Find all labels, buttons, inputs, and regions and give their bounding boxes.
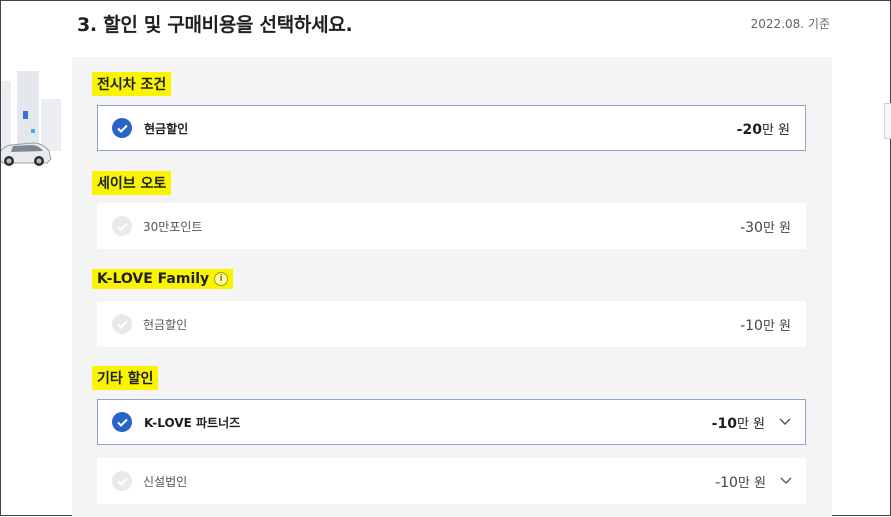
chevron-down-icon[interactable] bbox=[779, 418, 791, 426]
option-amount: -20만 원 bbox=[736, 121, 790, 138]
group-label-exhibition: 전시차 조건 bbox=[92, 72, 172, 96]
option-exhibition-cash[interactable]: 현금할인 -20만 원 bbox=[97, 105, 806, 151]
option-amount: -10만 원 bbox=[711, 415, 765, 432]
info-icon[interactable]: i bbox=[214, 272, 229, 286]
car-illustration bbox=[1, 71, 63, 201]
date-note: 2022.08. 기준 bbox=[750, 17, 830, 31]
checkmark-icon bbox=[112, 118, 132, 138]
option-label: K-LOVE 파트너즈 bbox=[144, 415, 241, 430]
chevron-down-icon[interactable] bbox=[780, 477, 792, 485]
option-klove-partners[interactable]: K-LOVE 파트너즈 -10만 원 bbox=[97, 399, 806, 445]
car-icon bbox=[1, 142, 52, 166]
checkmark-icon bbox=[112, 314, 132, 334]
option-amount: -30만 원 bbox=[740, 219, 791, 236]
option-label: 현금할인 bbox=[144, 121, 189, 136]
option-amount: -10만 원 bbox=[715, 474, 766, 491]
option-klove-family-cash[interactable]: 현금할인 -10만 원 bbox=[97, 301, 806, 347]
checkmark-icon bbox=[112, 216, 132, 236]
group-label-klove-family: K-LOVE Family i bbox=[92, 269, 234, 289]
group-label-other-discount: 기타 할인 bbox=[92, 366, 159, 390]
option-new-corporation[interactable]: 신설법인 -10만 원 bbox=[97, 458, 806, 504]
option-label: 신설법인 bbox=[143, 474, 188, 489]
section-title: 3. 할인 및 구매비용을 선택하세요. bbox=[77, 14, 353, 36]
option-save-auto-points[interactable]: 30만포인트 -30만 원 bbox=[97, 203, 806, 249]
option-label: 현금할인 bbox=[143, 317, 188, 332]
scrollbar-stub[interactable] bbox=[884, 103, 891, 139]
discount-panel: 전시차 조건 현금할인 -20만 원 세이브 오토 30만포인트 -30만 원 … bbox=[72, 57, 832, 517]
group-label-save-auto: 세이브 오토 bbox=[92, 171, 172, 195]
group-label-text: 전시차 조건 bbox=[97, 77, 167, 93]
group-label-text: 기타 할인 bbox=[97, 371, 154, 387]
group-label-text: 세이브 오토 bbox=[97, 176, 167, 192]
checkmark-icon bbox=[112, 412, 132, 432]
option-amount: -10만 원 bbox=[740, 317, 791, 334]
group-label-text: K-LOVE Family bbox=[97, 271, 210, 287]
option-label: 30만포인트 bbox=[143, 219, 203, 234]
checkmark-icon bbox=[112, 471, 132, 491]
